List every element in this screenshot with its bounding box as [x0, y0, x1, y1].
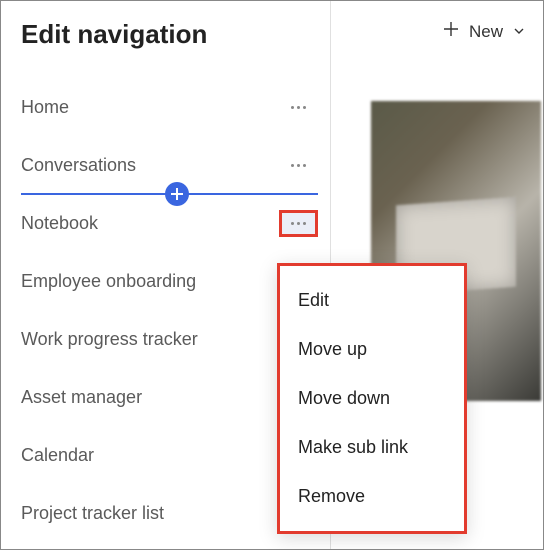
ellipsis-icon[interactable]	[285, 158, 312, 173]
menu-item-move-up[interactable]: Move up	[280, 325, 464, 374]
nav-item-label: Conversations	[21, 155, 136, 176]
ellipsis-icon[interactable]	[285, 216, 312, 231]
menu-item-remove[interactable]: Remove	[280, 472, 464, 521]
new-button[interactable]: New	[469, 22, 503, 42]
menu-item-make-sub-link[interactable]: Make sub link	[280, 423, 464, 472]
chevron-down-icon[interactable]	[513, 22, 525, 42]
insert-plus-icon[interactable]	[165, 182, 189, 206]
nav-item-conversations[interactable]: Conversations	[21, 136, 330, 194]
plus-icon	[443, 21, 459, 42]
menu-item-move-down[interactable]: Move down	[280, 374, 464, 423]
nav-item-label: Asset manager	[21, 387, 142, 408]
menu-item-edit[interactable]: Edit	[280, 276, 464, 325]
ellipsis-icon[interactable]	[285, 100, 312, 115]
nav-item-label: Employee onboarding	[21, 271, 196, 292]
nav-item-label: Notebook	[21, 213, 98, 234]
nav-item-label: Calendar	[21, 445, 94, 466]
panel-title: Edit navigation	[21, 19, 330, 50]
context-menu: Edit Move up Move down Make sub link Rem…	[277, 263, 467, 534]
nav-item-home[interactable]: Home	[21, 78, 330, 136]
nav-item-label: Home	[21, 97, 69, 118]
nav-item-label: Project tracker list	[21, 503, 164, 524]
page-toolbar: New	[443, 21, 525, 42]
nav-item-label: Work progress tracker	[21, 329, 198, 350]
